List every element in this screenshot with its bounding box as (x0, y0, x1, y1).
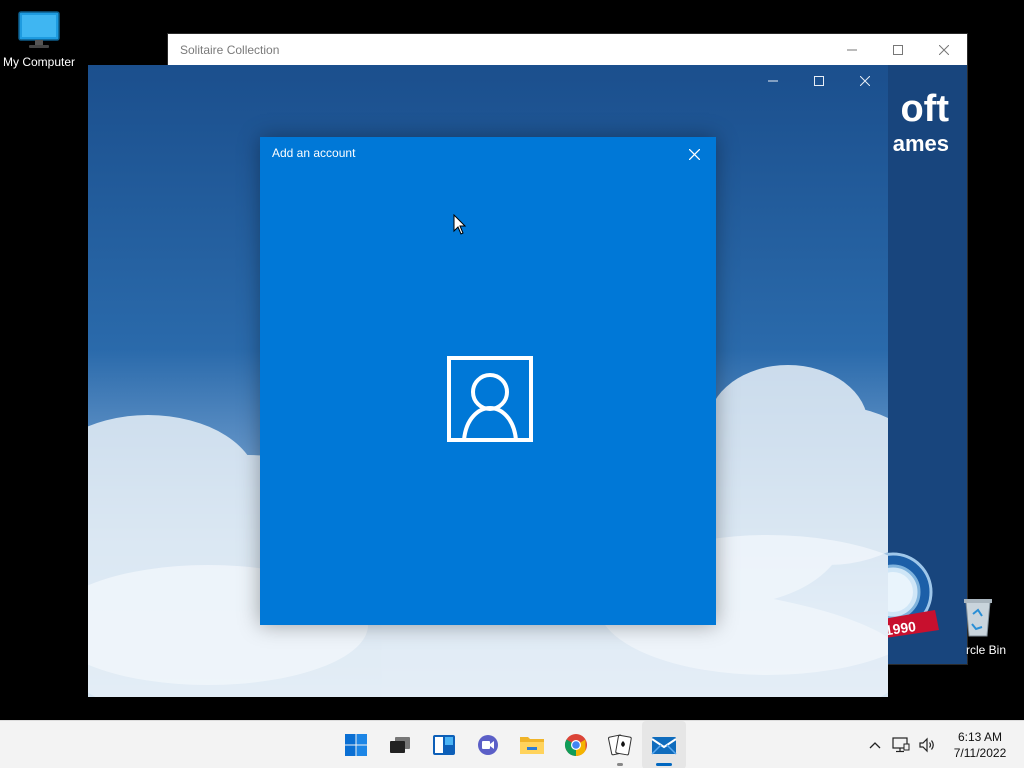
taskbar-task-view-button[interactable] (378, 721, 422, 768)
running-indicator (617, 763, 623, 766)
close-button[interactable] (842, 65, 888, 97)
chevron-up-icon (869, 742, 881, 749)
mail-window-controls (750, 65, 888, 97)
task-view-icon (390, 737, 410, 753)
clock-date: 7/11/2022 (953, 746, 1007, 760)
taskbar-apps (334, 721, 686, 768)
taskbar-chrome-button[interactable] (554, 721, 598, 768)
taskbar-start-button[interactable] (334, 721, 378, 768)
mouse-cursor-icon (453, 214, 467, 235)
close-icon (860, 76, 870, 86)
desktop-icon-label: rcle Bin (965, 643, 1006, 657)
widgets-icon (433, 735, 455, 755)
solitaire-titlebar[interactable]: Solitaire Collection (168, 34, 967, 65)
dialog-close-button[interactable] (682, 143, 706, 165)
badge-year: 1990 (884, 618, 917, 638)
mail-icon (651, 737, 677, 755)
taskbar-chat-button[interactable] (466, 721, 510, 768)
solitaire-brand-text: oft ames (893, 89, 949, 159)
dialog-title: Add an account (272, 146, 356, 160)
maximize-icon (814, 76, 824, 86)
speaker-icon (919, 737, 934, 753)
recycle-bin-icon (964, 599, 992, 637)
minimize-button[interactable] (750, 65, 796, 97)
minimize-button[interactable] (829, 34, 875, 65)
running-indicator (656, 763, 672, 766)
taskbar-file-explorer-button[interactable] (510, 721, 554, 768)
minimize-icon (847, 49, 857, 50)
taskbar-clock[interactable]: 6:13 AM 7/11/2022 (944, 729, 1016, 761)
taskbar: 6:13 AM 7/11/2022 (0, 720, 1024, 768)
system-tray: 6:13 AM 7/11/2022 (862, 721, 1024, 768)
volume-button[interactable] (914, 721, 940, 768)
close-icon (939, 44, 949, 55)
close-button[interactable] (921, 34, 967, 65)
desktop-icon-recycle-bin[interactable]: rcle Bin (938, 596, 1018, 657)
network-icon (892, 737, 910, 753)
close-icon (688, 148, 700, 160)
brand-line-1: oft (900, 88, 949, 130)
chat-icon (478, 735, 498, 755)
taskbar-mail-button[interactable] (642, 721, 686, 768)
monitor-icon (18, 11, 60, 48)
solitaire-window-title: Solitaire Collection (180, 42, 280, 57)
add-account-dialog[interactable]: Add an account (260, 137, 716, 625)
maximize-button[interactable] (796, 65, 842, 97)
taskbar-widgets-button[interactable] (422, 721, 466, 768)
minimize-icon (768, 80, 778, 82)
person-account-icon (447, 356, 533, 442)
desktop-icon-my-computer[interactable]: My Computer (0, 10, 81, 69)
folder-icon (520, 737, 544, 754)
show-hidden-icons-button[interactable] (862, 721, 888, 768)
solitaire-cards-icon (608, 734, 632, 756)
desktop-icon-label: My Computer (2, 55, 76, 69)
network-button[interactable] (888, 721, 914, 768)
chrome-icon (565, 734, 587, 756)
maximize-icon (893, 44, 903, 55)
clock-time: 6:13 AM (957, 730, 1003, 744)
brand-line-2: ames (892, 131, 949, 156)
taskbar-solitaire-button[interactable] (598, 721, 642, 768)
windows-start-icon (345, 734, 367, 756)
maximize-button[interactable] (875, 34, 921, 65)
